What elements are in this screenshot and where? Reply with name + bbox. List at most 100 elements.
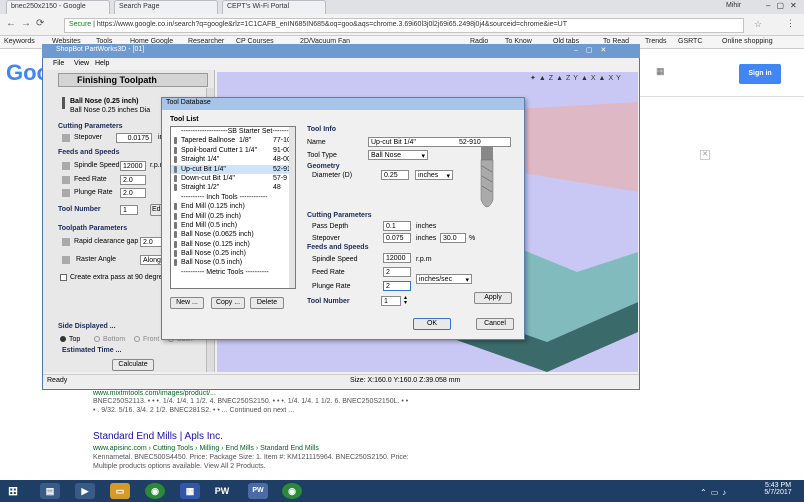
taskbar-chrome-icon[interactable]: ◉: [145, 483, 165, 499]
tool-list-item[interactable]: Ball Nose (0.125 inch): [171, 240, 295, 249]
taskbar-app-icon[interactable]: ▦: [180, 483, 200, 499]
shopbot-titlebar[interactable]: ShopBot PartWorks3D - [01]: [42, 44, 640, 58]
chevron-down-icon: ▾: [446, 173, 450, 180]
shopbot-window-controls[interactable]: –▢✕: [574, 46, 636, 56]
tool-list-item[interactable]: Down-cut Bit 1/4" 57-9: [171, 174, 295, 183]
tool-list-item[interactable]: Straight 1/2" 48: [171, 183, 295, 192]
feed-input-dlg[interactable]: 2: [383, 267, 411, 277]
nav-buttons[interactable]: ←→⟳: [6, 18, 49, 29]
calculate-button[interactable]: Calculate: [112, 359, 154, 371]
tool-list-item[interactable]: Ball Nose (0.0625 inch): [171, 230, 295, 239]
apps-icon[interactable]: ▦: [656, 66, 671, 77]
tool-list-item[interactable]: Ball Nose (0.25 inch): [171, 249, 295, 258]
windows-start-icon[interactable]: ⊞: [3, 483, 23, 499]
tool-list-item[interactable]: End Mill (0.125 inch): [171, 202, 295, 211]
pass-depth-input[interactable]: 0.1: [383, 221, 411, 231]
sign-in-button[interactable]: Sign in: [739, 64, 781, 84]
apply-button[interactable]: Apply: [474, 292, 512, 304]
close-card-icon[interactable]: ✕: [700, 150, 710, 160]
tool-name-value: Up-cut Bit 1/4": [371, 139, 416, 146]
stepover-pct-input[interactable]: 30.0: [440, 233, 466, 243]
taskbar-pw3d-icon[interactable]: PW: [248, 483, 268, 499]
top-radio[interactable]: [60, 336, 66, 342]
delete-tool-button[interactable]: Delete: [250, 297, 284, 309]
tool-list-scrollbar[interactable]: [289, 127, 295, 288]
stepover-input[interactable]: 0.0175: [116, 133, 152, 143]
name-label: Name: [307, 139, 326, 146]
tool-list[interactable]: --------------------SB Starter Set------…: [170, 126, 296, 289]
tool-list-item[interactable]: Straight 1/4" 48-00: [171, 155, 295, 164]
diameter-unit-select[interactable]: inches ▾: [415, 170, 453, 180]
tool-number-input[interactable]: 1: [120, 205, 138, 215]
window-controls[interactable]: –▢✕: [766, 1, 803, 10]
tool-list-item[interactable]: ---------- Metric Tools ----------: [171, 268, 295, 277]
spindle-icon: [62, 162, 70, 170]
stepover-input-dlg[interactable]: 0.075: [383, 233, 411, 243]
tab-wifi-portal[interactable]: CEPT's Wi-Fi Portal: [222, 0, 326, 14]
spindle-unit-dlg: r.p.m: [416, 256, 432, 263]
spindle-input[interactable]: 12000: [120, 161, 146, 171]
bookmark-online-shopping[interactable]: Online shopping: [722, 38, 773, 45]
tab-google[interactable]: bnec250x2150 - Google: [6, 0, 110, 14]
tool-list-item[interactable]: Spoil-board Cutter 1 1/4" 91-00: [171, 146, 295, 155]
view-toolbar-icons[interactable]: ✦▲Z▲ZY▲X▲XY: [530, 74, 638, 88]
url-input[interactable]: Secure | https://www.google.co.in/search…: [64, 18, 744, 33]
taskbar-pw-icon[interactable]: PW: [212, 483, 232, 499]
result-desc-2b: Multiple products options available. Vie…: [93, 463, 266, 470]
dialog-title: Tool Database: [166, 99, 211, 106]
tab-label: CEPT's Wi-Fi Portal: [227, 3, 290, 10]
dialog-titlebar[interactable]: Tool Database: [162, 98, 524, 110]
extra-pass-checkbox[interactable]: [60, 274, 67, 281]
result-title-2[interactable]: Standard End Mills | Apls Inc.: [93, 431, 223, 442]
tool-list-item[interactable]: Up-cut Bit 1/4" 52-91: [171, 164, 295, 174]
clock[interactable]: 5:43 PM 5/7/2017: [760, 482, 796, 496]
bookmark-keywords[interactable]: Keywords: [4, 38, 35, 45]
tray-icons[interactable]: ⌃▭♪: [700, 488, 730, 497]
side-displayed-label: Side Displayed ...: [58, 323, 116, 330]
taskbar-media-icon[interactable]: ▶: [75, 483, 95, 499]
plunge-input-dlg[interactable]: 2: [383, 281, 411, 291]
percent-label: %: [469, 235, 476, 242]
cancel-button[interactable]: Cancel: [476, 318, 514, 330]
menu-file[interactable]: File: [53, 60, 64, 67]
plunge-input[interactable]: 2.0: [120, 188, 146, 198]
spindle-input-dlg[interactable]: 12000: [383, 253, 411, 263]
taskbar-chrome2-icon[interactable]: ◉: [282, 483, 302, 499]
menu-help[interactable]: Help: [95, 60, 109, 67]
ok-button[interactable]: OK: [413, 318, 451, 330]
tool-list-item[interactable]: End Mill (0.25 inch): [171, 212, 295, 221]
diameter-input[interactable]: 0.25: [381, 170, 409, 180]
menu-view[interactable]: View: [74, 60, 89, 67]
tool-item-name: ---------- Inch Tools ------------: [181, 193, 268, 201]
tool-number-spinner[interactable]: ▴ ▾: [404, 295, 407, 306]
result-url-1[interactable]: www.mixtmtools.com/images/product/...: [93, 390, 216, 397]
tool-list-item[interactable]: Ball Nose (0.5 inch): [171, 258, 295, 267]
copy-tool-button[interactable]: Copy ...: [211, 297, 245, 309]
toolpath-params-label: Toolpath Parameters: [58, 225, 128, 232]
tool-list-item[interactable]: --------------------SB Starter Set------…: [171, 127, 295, 136]
taskbar-folder-icon[interactable]: ▭: [110, 483, 130, 499]
tool-item-name: Straight 1/2": [181, 184, 220, 192]
star-icon[interactable]: ☆: [754, 19, 762, 30]
header-divider: [640, 96, 804, 97]
rapid-input[interactable]: 2.0: [140, 237, 162, 247]
front-radio[interactable]: [134, 336, 140, 342]
feed-input[interactable]: 2.0: [120, 175, 146, 185]
result-url-2[interactable]: www.apisinc.com › Cutting Tools › Millin…: [93, 445, 319, 452]
bookmark-gsrtc[interactable]: GSRTC: [678, 38, 702, 45]
new-tool-button[interactable]: New ...: [170, 297, 204, 309]
taskbar-explorer-icon[interactable]: ▤: [40, 483, 60, 499]
tool-list-item[interactable]: ---------- Inch Tools ------------: [171, 193, 295, 202]
tool-type-select[interactable]: Ball Nose ▾: [368, 150, 428, 160]
bottom-radio[interactable]: [94, 336, 100, 342]
menu-icon[interactable]: ⋮: [786, 18, 795, 29]
tool-number-input-dlg[interactable]: 1: [381, 296, 401, 306]
profile-name[interactable]: Mihir: [726, 2, 741, 9]
rate-unit-select[interactable]: inches/sec ▾: [416, 274, 472, 284]
tool-list-item[interactable]: End Mill (0.5 inch): [171, 221, 295, 230]
tool-list-item[interactable]: Tapered Ballnose 1/8" 77-10: [171, 136, 295, 145]
tab-search-page[interactable]: Search Page: [114, 0, 218, 14]
cutting-label: Cutting Parameters: [307, 212, 372, 219]
front-label: Front: [143, 336, 160, 343]
bookmark-trends[interactable]: Trends: [645, 38, 667, 45]
